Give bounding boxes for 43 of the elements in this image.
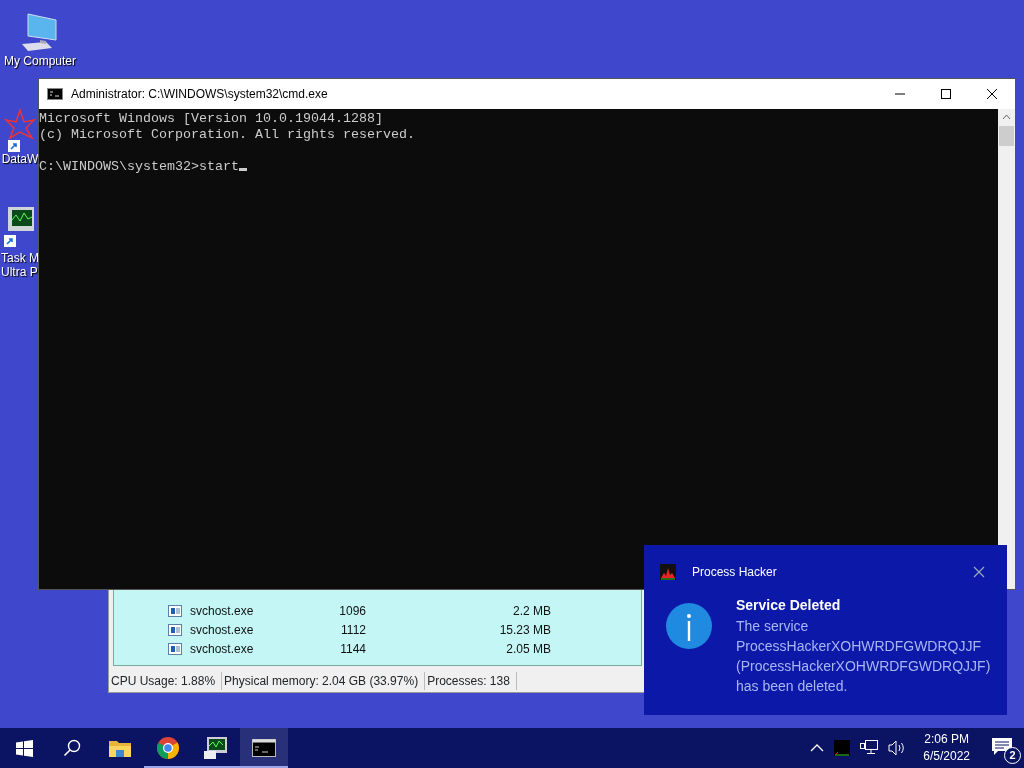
console-text: C:\WINDOWS\system32>start: [39, 159, 239, 174]
text-cursor: [238, 168, 247, 171]
console-text: (c) Microsoft Corporation. All rights reserved.: [39, 127, 415, 142]
window-title: Administrator: C:\WINDOWS\system32\cmd.exe: [71, 86, 329, 103]
table-cell-text: svchost.exe: [190, 621, 255, 639]
table-cell-text: 1112: [340, 621, 366, 639]
process-icon: [168, 623, 182, 636]
table-cell-text: 2.05 MB: [505, 640, 551, 658]
notification-title: Service Deleted: [736, 596, 842, 615]
clock-date[interactable]: 6/5/2022: [923, 748, 970, 765]
icon-label: Task M Ultra P: [1, 251, 39, 279]
clock-time[interactable]: 2:06 PM: [924, 731, 969, 748]
count-badge: 2: [1004, 747, 1021, 764]
process-icon: [168, 604, 182, 617]
icon-label: My Computer: [4, 54, 76, 68]
close-icon: [986, 88, 998, 100]
table-cell-text: 2.2 MB: [512, 602, 551, 620]
scrollbar-thumb[interactable]: [999, 126, 1014, 146]
close-button[interactable]: [971, 564, 987, 580]
table-cell-text: 1144: [339, 640, 366, 658]
app-name: Process Hacker: [692, 564, 778, 581]
info-icon: [666, 603, 712, 649]
chart-icon: [660, 564, 676, 580]
notification-message: The service ProcessHackerXOHWRDFGWDRQJJF (ProcessHackerXOHWRDFGWDRQJJF) has been deleted.: [736, 617, 991, 696]
status-text: CPU Usage: 1.88%: [109, 672, 223, 690]
notification-center-button[interactable]: 2: [984, 728, 1024, 768]
status-text: Physical memory: 2.04 GB (33.97%): [222, 672, 426, 690]
chevron-up-icon[interactable]: [810, 743, 825, 753]
network-icon[interactable]: [860, 740, 879, 756]
console-icon: [47, 88, 63, 100]
chart-icon[interactable]: [834, 740, 851, 756]
process-icon: [168, 642, 182, 655]
table-cell-text: svchost.exe: [190, 640, 255, 658]
console-icon[interactable]: [240, 728, 288, 768]
maximize-icon: [940, 88, 952, 100]
table-cell-text: 1096: [338, 602, 366, 620]
table-cell-text: 15.23 MB: [498, 621, 551, 639]
volume-icon[interactable]: [888, 740, 907, 756]
status-text: Processes: 138: [425, 672, 517, 690]
spark-icon[interactable]: [4, 108, 36, 152]
icon-label: DataW: [1, 152, 39, 166]
table-cell-text: svchost.exe: [190, 602, 255, 620]
console-text: Microsoft Windows [Version 10.0.19044.1288]: [39, 111, 383, 126]
